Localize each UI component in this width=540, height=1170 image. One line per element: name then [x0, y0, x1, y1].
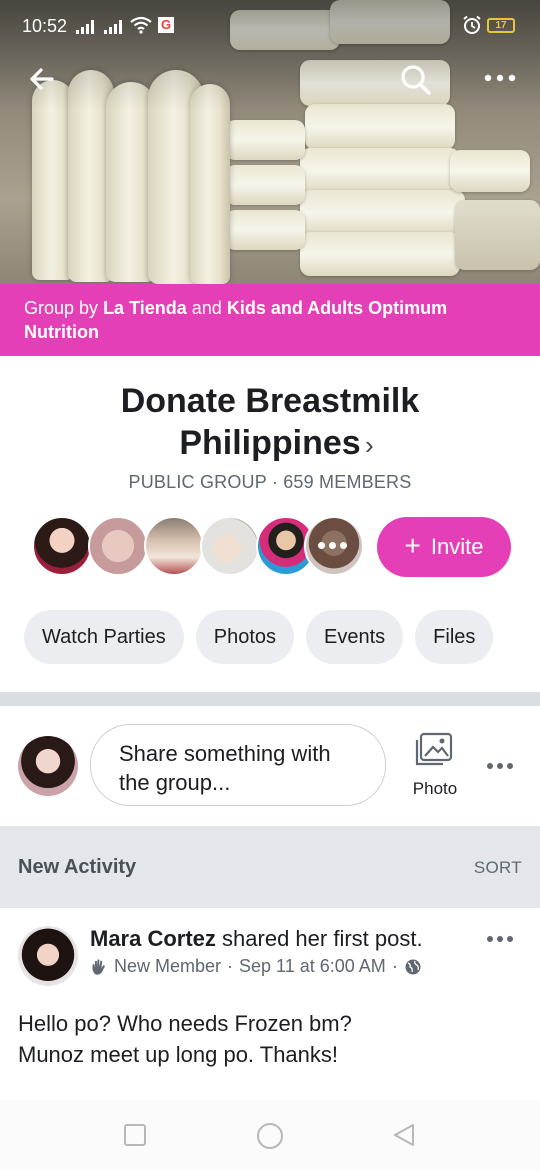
status-bar: 10:52 G 17	[0, 0, 540, 52]
group-title-block[interactable]: Donate Breastmilk Philippines ›	[0, 380, 540, 464]
banner-joiner: and	[191, 298, 222, 318]
tab-watch-parties[interactable]: Watch Parties	[24, 610, 184, 664]
owner-link-1[interactable]: La Tienda	[103, 298, 187, 318]
group-title[interactable]: Donate Breastmilk Philippines	[105, 380, 435, 464]
post-header: Mara Cortez shared her first post.	[90, 926, 423, 952]
post-subtitle: New Member · Sep 11 at 6:00 AM ·	[90, 956, 422, 977]
member-avatar[interactable]	[32, 516, 92, 576]
photo-label: Photo	[412, 779, 458, 798]
back-arrow-icon[interactable]	[22, 60, 62, 100]
post-body-line: Munoz meet up long po. Thanks!	[18, 1042, 339, 1067]
author-avatar[interactable]	[18, 926, 78, 986]
recents-icon[interactable]	[122, 1122, 148, 1148]
member-avatar[interactable]	[144, 516, 204, 576]
post-body-line: Hello po? Who needs Frozen bm?	[18, 1011, 352, 1036]
group-owner-banner: Group by La Tienda and Kids and Adults O…	[0, 284, 540, 356]
google-icon: G	[158, 17, 174, 33]
photo-button[interactable]: Photo	[404, 732, 466, 799]
chevron-right-icon[interactable]: ›	[365, 424, 374, 466]
composer-more-icon[interactable]	[487, 761, 517, 771]
plus-icon: +	[404, 529, 421, 561]
group-tabs: Watch Parties Photos Events Files	[24, 610, 494, 664]
signal-icon	[76, 20, 94, 34]
separator-dot: ·	[391, 956, 398, 976]
tab-photos[interactable]: Photos	[195, 610, 295, 664]
system-nav-bar	[0, 1100, 540, 1170]
post-more-icon[interactable]	[487, 934, 517, 944]
signal-icon-2	[104, 20, 122, 34]
status-time: 10:52	[22, 16, 68, 36]
battery-icon: 17	[487, 18, 515, 33]
invite-label: Invite	[430, 534, 484, 559]
banner-prefix: Group by	[24, 298, 99, 318]
post-date[interactable]: Sep 11 at 6:00 AM	[239, 956, 386, 977]
wave-hand-icon	[92, 959, 105, 975]
separator-dot: ·	[227, 956, 234, 976]
photo-icon	[415, 732, 453, 766]
back-icon[interactable]	[391, 1122, 419, 1150]
member-avatar[interactable]	[88, 516, 148, 576]
group-meta: PUBLIC GROUP · 659 MEMBERS	[128, 472, 412, 492]
tab-events[interactable]: Events	[306, 610, 404, 664]
post-body: Hello po? Who needs Frozen bm? Munoz mee…	[18, 1008, 518, 1070]
alarm-icon	[463, 15, 481, 34]
post-action: shared her first post.	[222, 926, 423, 951]
sort-button[interactable]: SORT	[474, 858, 522, 878]
member-avatar[interactable]	[200, 516, 260, 576]
tab-files[interactable]: Files	[415, 610, 494, 664]
activity-title: New Activity	[18, 856, 137, 878]
post-composer-input[interactable]: Share something with the group...	[90, 724, 386, 806]
member-avatars[interactable]	[32, 516, 372, 578]
member-badge: New Member	[114, 956, 222, 976]
home-icon[interactable]	[255, 1122, 285, 1152]
search-icon[interactable]	[396, 60, 436, 100]
invite-button[interactable]: + Invite	[377, 517, 511, 577]
more-members-avatar[interactable]	[304, 516, 364, 576]
more-members-icon	[318, 542, 347, 549]
section-divider	[0, 692, 540, 706]
user-avatar[interactable]	[18, 736, 78, 796]
activity-header: New Activity SORT	[0, 826, 540, 908]
wifi-icon	[130, 16, 152, 34]
author-name[interactable]: Mara Cortez	[90, 926, 216, 951]
more-options-icon[interactable]	[480, 60, 520, 100]
globe-icon	[405, 959, 421, 974]
